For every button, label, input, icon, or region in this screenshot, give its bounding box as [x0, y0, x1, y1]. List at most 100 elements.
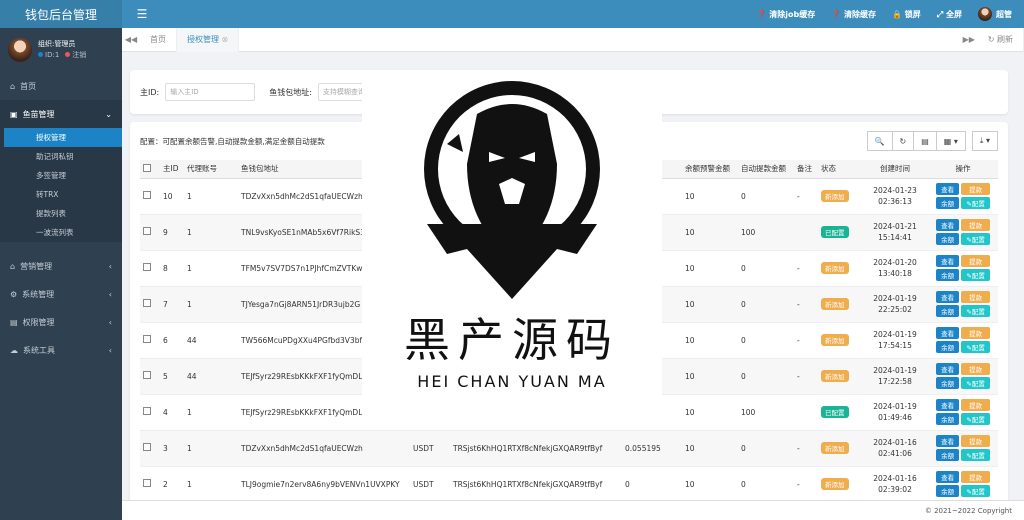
clear-cache-button[interactable]: ❓ 清除缓存: [831, 9, 876, 20]
tab-next-icon[interactable]: ▶▶: [960, 35, 978, 44]
sidebar-item-marketing[interactable]: ⌂ 营销管理 ‹: [0, 252, 122, 280]
sidebar-item-system[interactable]: ⚙ 系统管理 ‹: [0, 280, 122, 308]
sidebar-subitem-withdraw[interactable]: 提款列表: [0, 204, 122, 223]
cell-alert: 10: [682, 322, 738, 359]
cell-created: 2024-01-21 15:14:41: [862, 214, 928, 251]
col-created[interactable]: 创建时间: [862, 160, 928, 179]
sidebar-item-permission[interactable]: ▤ 权限管理 ‹: [0, 308, 122, 336]
withdraw-button[interactable]: 提款: [961, 183, 990, 195]
config-button[interactable]: ✎配置: [961, 485, 990, 497]
refresh-button[interactable]: ↻ 刷新: [978, 27, 1024, 52]
view-button[interactable]: 查看: [936, 291, 960, 303]
balance-button[interactable]: 余额: [936, 233, 960, 245]
avatar: [978, 7, 992, 21]
row-checkbox[interactable]: [140, 322, 160, 359]
config-button[interactable]: ✎配置: [961, 449, 990, 461]
clear-job-cache-button[interactable]: ❓ 清除job缓存: [757, 9, 816, 20]
view-button[interactable]: 查看: [936, 435, 960, 447]
cell-status: 新添加: [818, 358, 862, 395]
search-toggle-button[interactable]: 🔍: [866, 131, 893, 151]
config-button[interactable]: ✎配置: [961, 233, 990, 245]
col-auto-withdraw[interactable]: 自动提款金额: [738, 160, 794, 179]
withdraw-button[interactable]: 提款: [961, 363, 990, 375]
withdraw-button[interactable]: 提款: [961, 291, 990, 303]
submenu: 授权管理 助记词私钥 多签管理 转TRX 提款列表 一波流列表: [0, 128, 122, 242]
sidebar-subitem-trx[interactable]: 转TRX: [0, 185, 122, 204]
view-button[interactable]: 查看: [936, 471, 960, 483]
export-button[interactable]: ⤓ ▾: [971, 131, 998, 151]
row-checkbox[interactable]: [140, 286, 160, 323]
cell-status: 新添加: [818, 286, 862, 323]
balance-button[interactable]: 余额: [936, 449, 960, 461]
withdraw-button[interactable]: 提款: [961, 471, 990, 483]
view-button[interactable]: 查看: [936, 255, 960, 267]
balance-button[interactable]: 余额: [936, 413, 960, 425]
columns-button[interactable]: ▦ ▾: [935, 131, 966, 151]
withdraw-button[interactable]: 提款: [961, 327, 990, 339]
row-checkbox[interactable]: [140, 394, 160, 431]
balance-button[interactable]: 余额: [936, 269, 960, 281]
balance-button[interactable]: 余额: [936, 485, 960, 497]
cell-main-id: 4: [160, 394, 184, 431]
cell-status: 已配置: [818, 394, 862, 431]
fullscreen-button[interactable]: ⤢ 全屏: [937, 9, 962, 20]
cell-agent: 1: [184, 466, 238, 502]
menu-toggle-icon[interactable]: ☰: [122, 7, 162, 21]
col-agent[interactable]: 代理账号: [184, 160, 238, 179]
config-button[interactable]: ✎配置: [961, 377, 990, 389]
select-all-checkbox[interactable]: [140, 160, 160, 179]
lock-screen-button[interactable]: 🔒 锁屏: [892, 9, 921, 20]
sidebar-item-home[interactable]: ⌂ 首页: [0, 72, 122, 100]
view-button[interactable]: 查看: [936, 363, 960, 375]
close-icon[interactable]: ⊗: [222, 35, 229, 44]
config-button[interactable]: ✎配置: [961, 269, 990, 281]
withdraw-button[interactable]: 提款: [961, 255, 990, 267]
col-note[interactable]: 备注: [794, 160, 818, 179]
table-refresh-button[interactable]: ↻: [891, 131, 915, 151]
withdraw-button[interactable]: 提款: [961, 219, 990, 231]
config-button[interactable]: ✎配置: [961, 197, 990, 209]
sidebar-subitem-mnemonic[interactable]: 助记词私钥: [0, 147, 122, 166]
config-button[interactable]: ✎配置: [961, 341, 990, 353]
row-checkbox[interactable]: [140, 430, 160, 467]
config-button[interactable]: ✎配置: [961, 305, 990, 317]
config-button[interactable]: ✎配置: [961, 413, 990, 425]
gear-icon: ⚙: [10, 289, 18, 299]
view-button[interactable]: 查看: [936, 327, 960, 339]
balance-button[interactable]: 余额: [936, 341, 960, 353]
withdraw-button[interactable]: 提款: [961, 399, 990, 411]
status-badge: 新添加: [821, 442, 849, 454]
balance-button[interactable]: 余额: [936, 197, 960, 209]
balance-button[interactable]: 余额: [936, 377, 960, 389]
tab-home[interactable]: 首页: [140, 27, 177, 52]
list-icon: ▤: [10, 317, 18, 327]
sidebar-item-tools[interactable]: ☁ 系统工具 ‹: [0, 336, 122, 364]
col-status[interactable]: 状态: [818, 160, 862, 179]
withdraw-button[interactable]: 提款: [961, 435, 990, 447]
view-button[interactable]: 查看: [936, 399, 960, 411]
tab-auth[interactable]: 授权管理 ⊗: [177, 27, 240, 52]
cell-status: 新添加: [818, 178, 862, 215]
logout-link[interactable]: 注销: [65, 49, 86, 61]
row-checkbox[interactable]: [140, 358, 160, 395]
row-checkbox[interactable]: [140, 214, 160, 251]
col-main-id[interactable]: 主ID: [160, 160, 184, 179]
sidebar-subitem-multisig[interactable]: 多签管理: [0, 166, 122, 185]
sidebar-item-fish[interactable]: ▣ 鱼苗管理 ⌄: [0, 100, 122, 128]
main-id-input[interactable]: 输入主ID: [165, 83, 256, 101]
row-checkbox[interactable]: [140, 178, 160, 215]
view-button[interactable]: 查看: [936, 183, 960, 195]
view-button[interactable]: 查看: [936, 219, 960, 231]
tab-prev-icon[interactable]: ◀◀: [122, 35, 140, 44]
sidebar-subitem-auth[interactable]: 授权管理: [4, 128, 122, 147]
col-alert[interactable]: 余额预警金额: [682, 160, 738, 179]
row-checkbox[interactable]: [140, 250, 160, 287]
toggle-view-button[interactable]: ▤: [913, 131, 937, 151]
cell-agent: 1: [184, 250, 238, 287]
logout-icon: [65, 52, 71, 57]
row-checkbox[interactable]: [140, 466, 160, 502]
balance-button[interactable]: 余额: [936, 305, 960, 317]
sidebar-subitem-wave[interactable]: 一波流列表: [0, 223, 122, 242]
cell-main-id: 10: [160, 178, 184, 215]
user-menu[interactable]: 超管: [978, 7, 1012, 21]
